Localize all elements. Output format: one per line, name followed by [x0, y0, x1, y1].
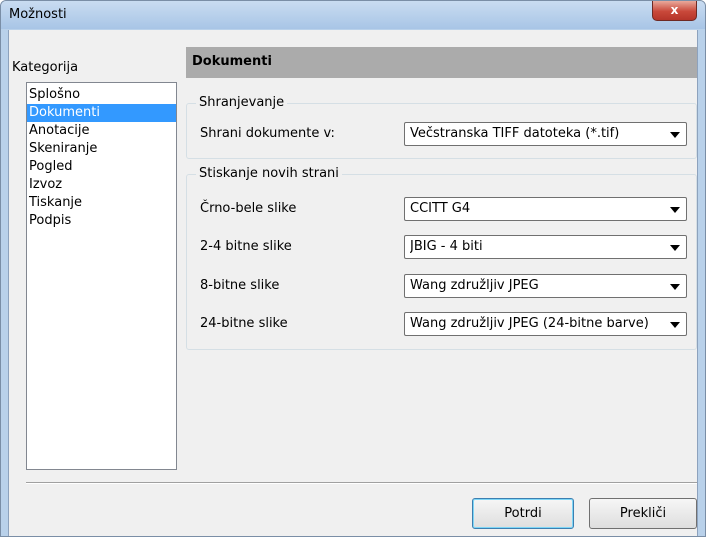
cancel-button[interactable]: Prekliči: [589, 498, 697, 529]
compression-group-title: Stiskanje novih strani: [196, 166, 342, 182]
category-label: Kategorija: [12, 60, 79, 75]
bw-compression-select[interactable]: CCITT G4: [404, 197, 687, 221]
title-bar[interactable]: Možnosti x: [1, 1, 705, 29]
category-item-tiskanje[interactable]: Tiskanje: [27, 194, 176, 212]
8-bit-compression-select[interactable]: Wang združljiv JPEG: [404, 274, 687, 298]
2-4-bit-images-label: 2-4 bitne slike: [200, 239, 292, 254]
category-item-podpis[interactable]: Podpis: [27, 212, 176, 230]
footer-separator: [26, 482, 697, 484]
2-4-bit-compression-value: JBIG - 4 biti: [410, 239, 483, 254]
section-title: Dokumenti: [192, 54, 272, 69]
section-header: Dokumenti: [186, 47, 697, 78]
save-format-value: Večstranska TIFF datoteka (*.tif): [410, 126, 620, 141]
category-list[interactable]: Splošno Dokumenti Anotacije Skeniranje P…: [26, 82, 177, 470]
chevron-down-icon: [670, 245, 680, 251]
chevron-down-icon: [670, 322, 680, 328]
save-group-title: Shranjevanje: [196, 95, 288, 111]
category-item-splosno[interactable]: Splošno: [27, 86, 176, 104]
8-bit-images-label: 8-bitne slike: [200, 278, 280, 293]
category-item-pogled[interactable]: Pogled: [27, 158, 176, 176]
chevron-down-icon: [670, 132, 680, 138]
category-item-anotacije[interactable]: Anotacije: [27, 122, 176, 140]
24-bit-images-label: 24-bitne slike: [200, 316, 288, 331]
2-4-bit-compression-select[interactable]: JBIG - 4 biti: [404, 235, 687, 259]
category-item-skeniranje[interactable]: Skeniranje: [27, 140, 176, 158]
category-item-izvoz[interactable]: Izvoz: [27, 176, 176, 194]
bw-images-label: Črno-bele slike: [200, 201, 297, 216]
save-location-label: Shrani dokumente v:: [200, 126, 335, 141]
bw-compression-value: CCITT G4: [410, 201, 471, 216]
ok-button[interactable]: Potrdi: [472, 498, 574, 529]
window-title: Možnosti: [9, 7, 67, 22]
24-bit-compression-select[interactable]: Wang združljiv JPEG (24-bitne barve): [404, 312, 687, 336]
chevron-down-icon: [670, 284, 680, 290]
save-format-select[interactable]: Večstranska TIFF datoteka (*.tif): [404, 122, 687, 146]
8-bit-compression-value: Wang združljiv JPEG: [410, 278, 539, 293]
24-bit-compression-value: Wang združljiv JPEG (24-bitne barve): [410, 316, 649, 331]
options-dialog: Možnosti x Kategorija Splošno Dokumenti …: [0, 0, 706, 537]
close-icon: x: [670, 3, 679, 17]
category-item-dokumenti[interactable]: Dokumenti: [27, 104, 176, 122]
chevron-down-icon: [670, 207, 680, 213]
close-button[interactable]: x: [652, 1, 697, 21]
